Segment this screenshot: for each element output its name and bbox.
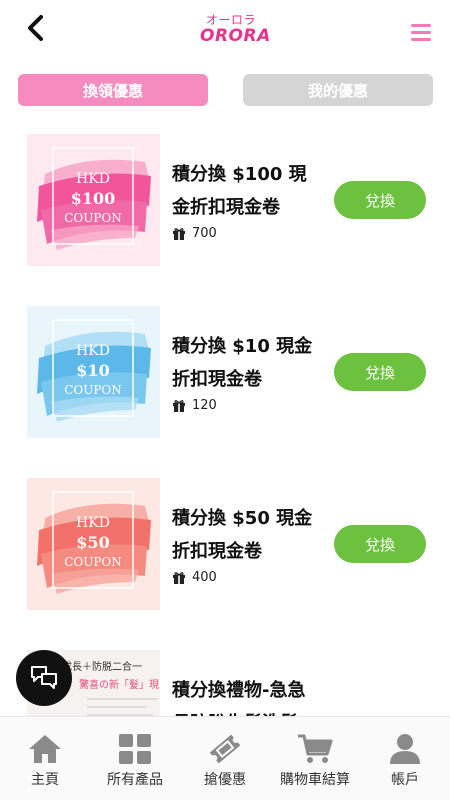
redeem-button[interactable]: 兌換 [334,525,426,563]
tab-redeem-offers[interactable]: 換領優惠 [18,74,208,106]
nav-label: 帳戶 [391,772,419,788]
hamburger-menu-icon [411,24,431,27]
bottom-navigation: 主頁 所有產品 搶優惠 購物車結算 帳戶 [0,716,450,800]
gift-icon [173,399,185,412]
back-button[interactable] [20,12,52,44]
coupon-image-amount: $50 [76,533,109,552]
coupon-image-text: HKD [76,343,110,359]
nav-account[interactable]: 帳戶 [360,717,450,800]
points-value: 120 [192,398,217,413]
coupon-image: HKD $10 COUPON [27,306,160,438]
menu-button[interactable] [410,24,434,48]
coupon-title[interactable]: 積分換 $100 現金折扣現金卷 [172,158,322,224]
coupon-points: 700 [172,226,322,241]
home-icon [29,735,61,763]
list-item[interactable]: HKD $100 COUPON 積分換 $100 現金折扣現金卷 700 兌換 [0,106,450,278]
coupon-list: HKD $100 COUPON 積分換 $100 現金折扣現金卷 700 兌換 [0,106,450,716]
coupon-image-text: COUPON [64,555,122,569]
redeem-button[interactable]: 兌換 [334,181,426,219]
coupon-title[interactable]: 積分換 $50 現金折扣現金卷 [172,502,322,568]
nav-label: 搶優惠 [204,772,246,788]
brand-logo[interactable]: オーロラ ORORA [200,14,271,46]
logo-text: ORORA [200,26,271,46]
coupon-image: HKD $50 COUPON [27,478,160,610]
list-item[interactable]: HKD $10 COUPON 積分換 $10 現金折扣現金卷 120 兌換 [0,278,450,450]
coupon-title[interactable]: 積分換禮物-急急長防脫生髮洗髮 [172,674,322,716]
coupon-points: 400 [172,570,322,585]
cart-icon [298,734,333,763]
coupon-image: HKD $100 COUPON [27,134,160,266]
redeem-button[interactable]: 兌換 [334,353,426,391]
coupon-image-text: COUPON [64,383,122,397]
gift-icon [173,227,185,240]
nav-label: 主頁 [31,772,59,788]
list-item[interactable]: HKD $50 COUPON 積分換 $50 現金折扣現金卷 400 兌換 [0,450,450,622]
nav-offers[interactable]: 搶優惠 [180,717,270,800]
user-icon [390,734,420,764]
nav-label: 購物車結算 [280,772,350,788]
coupon-points: 120 [172,398,322,413]
app-header: オーロラ ORORA [0,0,450,62]
coupon-title[interactable]: 積分換 $10 現金折扣現金卷 [172,330,322,396]
coupon-tabs: 換領優惠 我的優惠 [0,74,450,106]
points-value: 400 [192,570,217,585]
nav-all-products[interactable]: 所有產品 [90,717,180,800]
coupon-image-amount: $10 [76,361,109,380]
gift-icon [173,571,185,584]
coupon-info: 積分換 $50 現金折扣現金卷 400 [172,502,322,585]
coupon-info: 積分換 $100 現金折扣現金卷 700 [172,158,322,241]
ticket-icon [209,734,241,764]
chat-button[interactable] [16,650,72,706]
grid-icon [119,734,151,764]
coupon-info: 積分換 $10 現金折扣現金卷 120 [172,330,322,413]
coupon-image-text: HKD [76,515,110,531]
coupon-image-amount: $100 [71,189,116,208]
product-image-text: 驚喜の新「髮」現 [79,678,159,691]
nav-home[interactable]: 主頁 [0,717,90,800]
chevron-left-icon [28,15,43,41]
nav-label: 所有產品 [107,772,163,788]
tab-my-offers[interactable]: 我的優惠 [243,74,433,106]
coupon-image-text: COUPON [64,211,122,225]
coupon-info: 積分換禮物-急急長防脫生髮洗髮 [172,674,322,716]
points-value: 700 [192,226,217,241]
nav-cart-checkout[interactable]: 購物車結算 [270,717,360,800]
chat-icon [31,666,57,689]
coupon-image-text: HKD [76,171,110,187]
